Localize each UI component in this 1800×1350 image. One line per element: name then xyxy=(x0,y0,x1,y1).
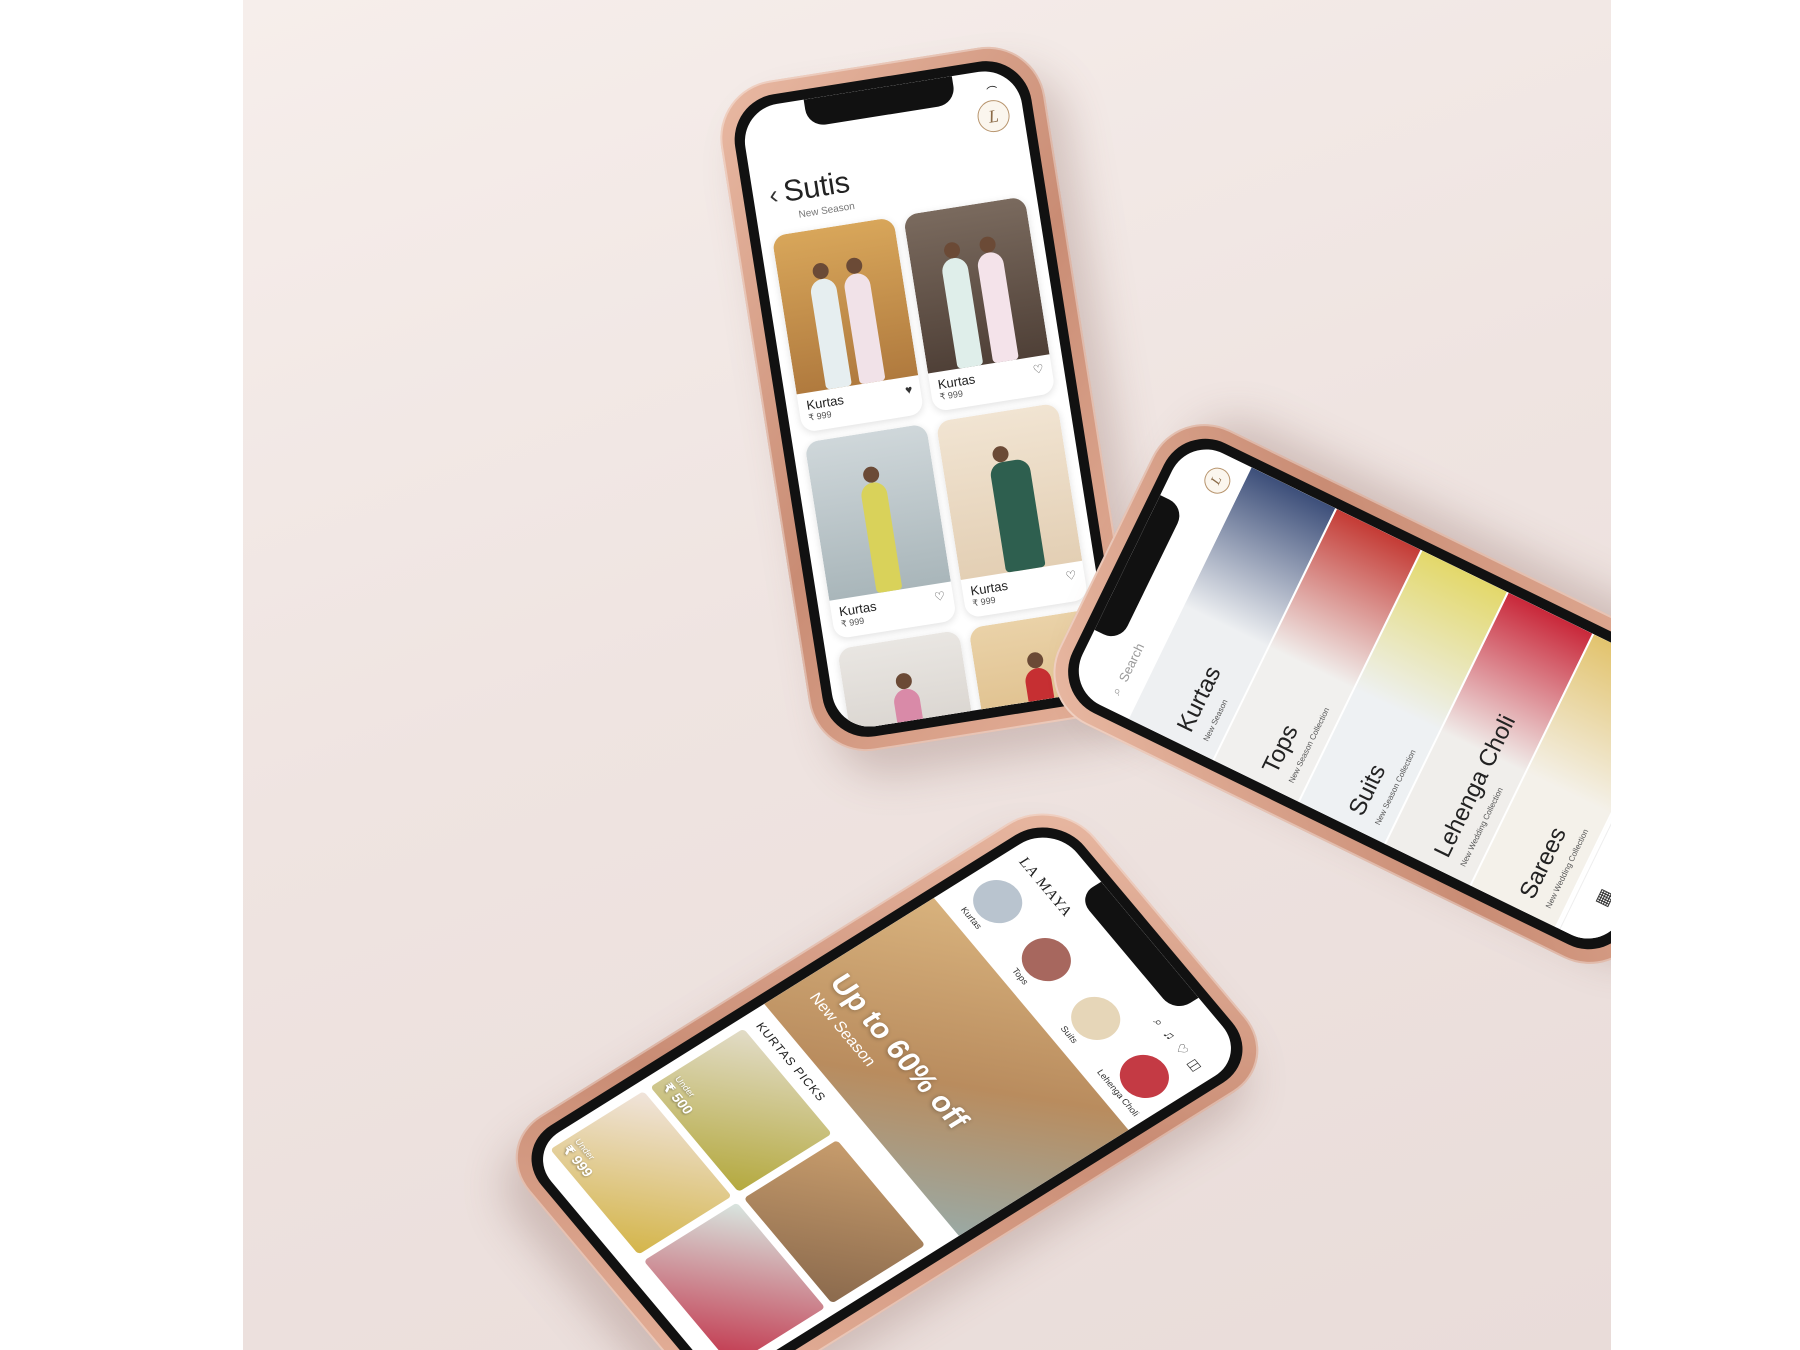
product-card[interactable]: Kurtas ₹ 999 ♥ xyxy=(771,217,925,433)
model-figure xyxy=(940,256,984,369)
heart-icon[interactable]: ♡ xyxy=(1065,568,1078,584)
product-image xyxy=(902,196,1050,374)
banner-title: Up to 60% off xyxy=(822,968,976,1135)
search-icon: ⌕ xyxy=(1108,684,1125,698)
pick-tag: Under ₹ 500 xyxy=(659,1074,704,1117)
chevron-left-icon[interactable]: ‹ xyxy=(767,179,780,211)
brand-logo[interactable]: L xyxy=(975,97,1012,135)
model-figure xyxy=(976,250,1019,364)
search-input[interactable]: Search xyxy=(1115,640,1147,684)
screen-home: LA MAYA ⌕ ♫ ♡ ◫ Kurtas Tops Suits Leheng… xyxy=(526,823,1248,1350)
page-header: ‹ Sutis New Season xyxy=(767,165,856,224)
phone-home: LA MAYA ⌕ ♫ ♡ ◫ Kurtas Tops Suits Leheng… xyxy=(490,792,1284,1350)
screen-categories: ⌕ Search L Kurtas New Season Tops New Se… xyxy=(1065,436,1611,952)
clock-icon xyxy=(762,112,765,128)
model-figure xyxy=(988,457,1046,573)
model-figure xyxy=(859,480,903,594)
wifi-icon: ︵ xyxy=(984,78,998,92)
category-label: Kurtas xyxy=(1172,662,1227,737)
heart-icon[interactable]: ♡ xyxy=(933,589,946,605)
heart-icon[interactable]: ♡ xyxy=(1032,361,1045,377)
product-image xyxy=(837,629,984,733)
product-card[interactable]: Kurtas ₹ 999 ♡ xyxy=(902,196,1056,413)
heart-icon[interactable]: ♡ xyxy=(1171,1041,1192,1058)
product-card[interactable]: Kurtas ₹ 999 ♡ xyxy=(935,402,1089,619)
product-image xyxy=(935,402,1083,580)
heart-filled-icon[interactable]: ♥ xyxy=(904,382,913,397)
mockup-stage: ︵ L ‹ Sutis New Season Kurtas ₹ 999 ♥ Ku… xyxy=(243,0,1611,1350)
product-card[interactable] xyxy=(837,629,984,733)
product-card[interactable]: Kurtas ₹ 999 ♡ xyxy=(804,423,957,640)
bag-icon[interactable]: ◫ xyxy=(1184,1056,1205,1074)
notch xyxy=(803,76,957,128)
model-figure xyxy=(892,686,936,733)
bell-icon[interactable]: ♫ xyxy=(1159,1027,1179,1043)
product-image xyxy=(804,423,951,601)
phone-bezel: LA MAYA ⌕ ♫ ♡ ◫ Kurtas Tops Suits Leheng… xyxy=(511,810,1263,1350)
search-icon[interactable]: ⌕ xyxy=(1149,1015,1167,1029)
grid-icon[interactable]: ▦ xyxy=(1591,885,1611,909)
pick-tag: Under ₹ 999 xyxy=(559,1137,604,1179)
product-image xyxy=(771,217,919,395)
phone-bezel: ⌕ Search L Kurtas New Season Tops New Se… xyxy=(1052,423,1611,965)
screen-sutis: ︵ L ‹ Sutis New Season Kurtas ₹ 999 ♥ Ku… xyxy=(739,65,1115,733)
